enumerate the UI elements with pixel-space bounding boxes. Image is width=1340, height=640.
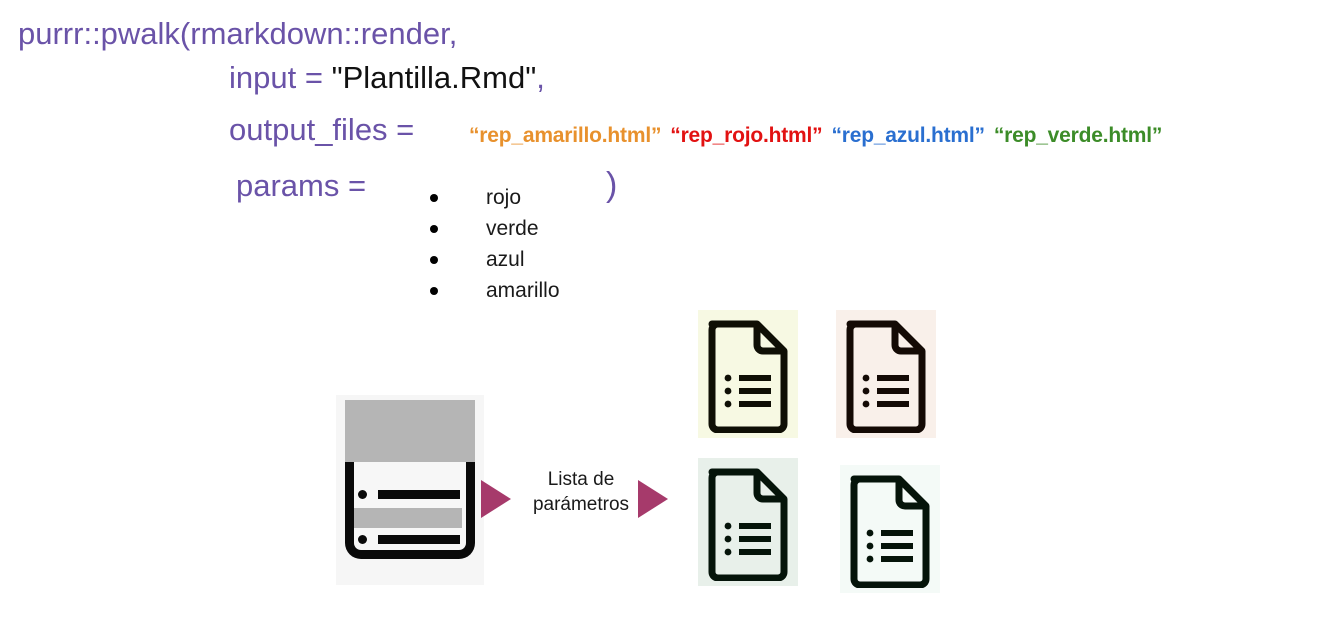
output-files-arg-key: output_files = — [229, 112, 415, 147]
workflow-diagram: Lista de parámetros — [0, 290, 1340, 640]
function-call-text: purrr::pwalk(rmarkdown::render, — [18, 16, 458, 51]
arrow-right-icon-2 — [638, 480, 668, 518]
clipboard-template-icon — [336, 395, 484, 585]
code-line-4: params = — [236, 170, 366, 201]
document-icon-rojo — [836, 310, 936, 438]
input-arg-value: "Plantilla.Rmd" — [331, 60, 537, 95]
arrow-label-line-2: parámetros — [532, 494, 630, 515]
clipboard-line-1 — [378, 490, 460, 499]
input-arg-key: input = — [229, 60, 332, 95]
bullet-icon — [430, 193, 438, 202]
input-arg-comma: , — [536, 60, 545, 95]
closing-paren: ) — [606, 166, 618, 204]
params-arg-key: params = — [236, 168, 367, 203]
file-list-icon — [850, 475, 930, 588]
file-list-icon — [846, 320, 926, 433]
output-files-list: “rep_amarillo.html” “rep_rojo.html” “rep_a… — [469, 124, 1162, 148]
output-file-verde: “rep_verde.html” — [993, 124, 1163, 147]
code-line-1: purrr::pwalk(rmarkdown::render, — [18, 18, 457, 49]
code-line-3: output_files = — [229, 114, 414, 145]
bullet-icon — [430, 224, 438, 233]
param-label: rojo — [486, 186, 522, 209]
output-file-azul: “rep_azul.html” — [831, 124, 985, 147]
document-icon-azul — [840, 465, 940, 593]
param-label: verde — [486, 217, 539, 240]
document-icon-verde — [698, 458, 798, 586]
clipboard-bullet-2 — [358, 535, 367, 544]
code-block: purrr::pwalk(rmarkdown::render, input = … — [0, 0, 1340, 310]
document-icon-amarillo — [698, 310, 798, 438]
list-item: verde — [424, 213, 560, 244]
arrow-label-line-1: Lista de — [547, 469, 615, 490]
arrow-right-icon-1 — [481, 480, 511, 518]
param-label: azul — [486, 248, 525, 271]
clipboard-bullet-1 — [358, 490, 367, 499]
output-file-amarillo: “rep_amarillo.html” — [469, 124, 662, 147]
list-item: azul — [424, 244, 560, 275]
file-list-icon — [708, 468, 788, 581]
clipboard-line-2 — [378, 535, 460, 544]
clipboard-header-band — [345, 400, 475, 462]
bullet-icon — [430, 255, 438, 264]
clipboard-highlight-band — [354, 508, 462, 528]
output-file-rojo: “rep_rojo.html” — [670, 124, 823, 147]
arrow-label: Lista de parámetros — [513, 467, 649, 517]
params-bullet-list: rojo verde azul amarillo — [424, 182, 560, 306]
code-line-2: input = "Plantilla.Rmd", — [229, 62, 545, 93]
list-item: rojo — [424, 182, 560, 213]
file-list-icon — [708, 320, 788, 433]
